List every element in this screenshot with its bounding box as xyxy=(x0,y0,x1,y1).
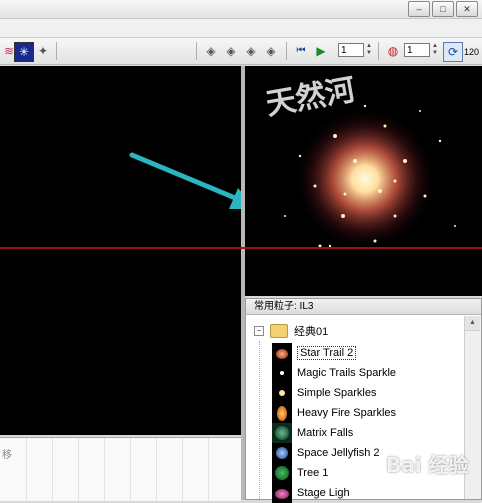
library-item-label: Matrix Falls xyxy=(297,427,354,439)
toolbar-separator xyxy=(286,42,287,60)
annotation-arrow xyxy=(129,152,241,209)
nav-up-icon[interactable]: ◈ xyxy=(222,42,240,60)
matrix-thumb-icon xyxy=(272,423,292,443)
timeline-label: 移 xyxy=(2,450,12,461)
jellyfish-thumb-icon xyxy=(272,443,292,463)
library-item-label: Stage Ligh xyxy=(297,487,350,499)
tree-guide xyxy=(259,341,261,499)
library-item[interactable]: Simple Sparkles xyxy=(272,383,376,403)
library-item[interactable]: Matrix Falls xyxy=(272,423,353,443)
library-item[interactable]: Magic Trails Sparkle xyxy=(272,363,396,383)
toolbar-separator xyxy=(196,42,197,60)
toolbar-separator xyxy=(378,42,379,60)
library-item-label: Space Jellyfish 2 xyxy=(297,447,380,459)
tree-thumb-icon xyxy=(272,463,292,483)
library-item[interactable]: Space Jellyfish 2 xyxy=(272,443,380,463)
particle-library-panel: 常用粒子: IL3 ▲ − 经典01 Star Trail 2 Magic Tr… xyxy=(245,298,482,503)
timeline-area[interactable]: 移 xyxy=(0,437,241,501)
particle-view-icon[interactable]: ✳ xyxy=(14,42,34,62)
collapse-icon[interactable]: − xyxy=(254,326,264,336)
sparkle-thumb-icon xyxy=(272,383,292,403)
nav-right-icon[interactable]: ◈ xyxy=(262,42,280,60)
emit-spinner[interactable]: ▲ ▼ xyxy=(431,43,439,57)
folder-icon xyxy=(270,324,288,338)
fire-thumb-icon xyxy=(272,403,292,423)
rewind-icon[interactable]: ⏮ xyxy=(292,42,310,60)
emitter-icon[interactable]: ◍ xyxy=(384,42,402,60)
nav-left-icon[interactable]: ◈ xyxy=(202,42,220,60)
emit-input[interactable]: 1 xyxy=(404,43,430,57)
title-bar: – □ ✕ xyxy=(0,0,482,19)
scroll-up-icon[interactable]: ▲ xyxy=(465,316,480,331)
wand-icon[interactable]: ✦ xyxy=(34,42,52,60)
folder-label: 经典01 xyxy=(294,326,329,338)
library-item[interactable]: Stage Ligh xyxy=(272,483,350,503)
toolbar: ≋ ✳ ✦ ◈ ◈ ◈ ◈ ⏮ ▶ 1 ▲ ▼ ◍ 1 ▲ ▼ ⟳ 120 xyxy=(0,38,482,65)
fps-value: 120 xyxy=(464,47,480,57)
menu-bar xyxy=(0,19,482,38)
library-title: 常用粒子: IL3 xyxy=(246,299,481,315)
library-item-label: Heavy Fire Sparkles xyxy=(297,407,397,419)
nav-down-icon[interactable]: ◈ xyxy=(242,42,260,60)
watermark-bottom: Bai 经验 xyxy=(386,453,469,477)
play-icon[interactable]: ▶ xyxy=(312,42,330,60)
guide-line xyxy=(0,247,482,249)
particle-preview[interactable]: 天然河 xyxy=(245,66,482,296)
library-item-label: Star Trail 2 xyxy=(297,346,357,360)
frame-spinner[interactable]: ▲ ▼ xyxy=(365,43,373,57)
minimize-button[interactable]: – xyxy=(408,1,430,17)
library-item-label: Simple Sparkles xyxy=(297,387,377,399)
library-item[interactable]: Heavy Fire Sparkles xyxy=(272,403,396,423)
library-item-label: Tree 1 xyxy=(297,467,329,479)
close-button[interactable]: ✕ xyxy=(456,1,478,17)
folder-row[interactable]: − 经典01 xyxy=(254,323,328,339)
library-item-label: Magic Trails Sparkle xyxy=(297,367,397,379)
toolbar-separator xyxy=(56,42,57,60)
loop-icon[interactable]: ⟳ xyxy=(443,42,463,62)
sparkle-thumb-icon xyxy=(272,363,292,383)
frame-input[interactable]: 1 xyxy=(338,43,364,57)
star-trail-thumb-icon xyxy=(272,343,292,363)
library-item[interactable]: Star Trail 2 xyxy=(272,343,357,363)
stage-thumb-icon xyxy=(272,483,292,503)
library-item[interactable]: Tree 1 xyxy=(272,463,328,483)
maximize-button[interactable]: □ xyxy=(432,1,454,17)
scene-viewport[interactable] xyxy=(0,66,241,435)
window-controls: – □ ✕ xyxy=(408,1,478,17)
